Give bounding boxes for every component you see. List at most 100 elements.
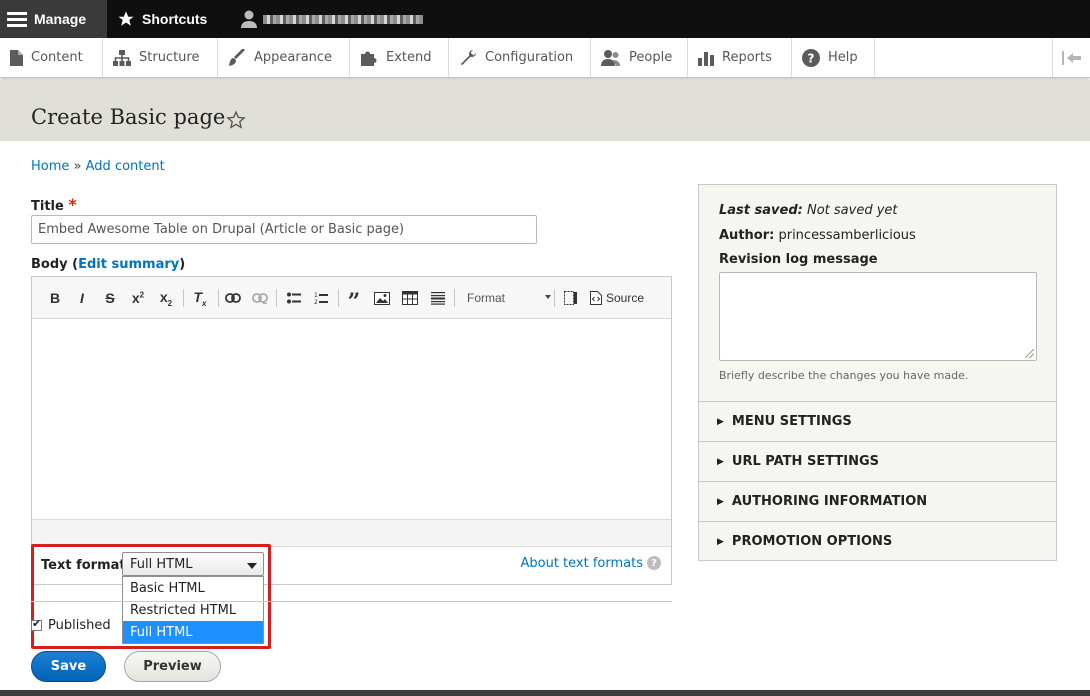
published-checkbox[interactable]: Published	[31, 617, 111, 633]
bold-button[interactable]: B	[46, 288, 64, 308]
checkbox-checked-icon[interactable]	[31, 617, 42, 631]
authoring-information-section[interactable]: ▶ AUTHORING INFORMATION	[699, 481, 1056, 521]
image-button[interactable]	[372, 288, 392, 308]
user-tab[interactable]	[231, 0, 431, 38]
breadcrumb: Home » Add content	[31, 159, 165, 174]
revision-log-label: Revision log message	[719, 252, 878, 267]
breadcrumb-add-content-link[interactable]: Add content	[86, 159, 165, 174]
show-blocks-icon	[564, 291, 577, 305]
menu-settings-section[interactable]: ▶ MENU SETTINGS	[699, 401, 1056, 441]
tray-label-help: Help	[828, 50, 858, 65]
numbered-list-button[interactable]: 12	[311, 288, 331, 308]
tray-label-people: People	[629, 50, 673, 65]
username-blurred	[263, 14, 423, 24]
tray-item-content[interactable]: Content	[0, 38, 103, 77]
tray-label-reports: Reports	[722, 50, 772, 65]
promotion-options-section[interactable]: ▶ PROMOTION OPTIONS	[699, 521, 1056, 561]
menu-settings-label: MENU SETTINGS	[731, 414, 852, 429]
manage-label: Manage	[34, 11, 87, 27]
format-dropdown[interactable]: Format	[459, 288, 551, 308]
tray-label-configuration: Configuration	[485, 50, 574, 65]
save-button[interactable]: Save	[31, 651, 106, 682]
strikethrough-button[interactable]: S	[101, 288, 119, 308]
tray-item-extend[interactable]: Extend	[350, 38, 449, 77]
horizontal-line-icon	[431, 292, 445, 305]
title-label-wrap: Title *	[31, 195, 77, 214]
last-saved-value: Not saved yet	[806, 203, 898, 218]
horizontal-line-button[interactable]	[428, 288, 448, 308]
help-icon: ?	[802, 48, 820, 67]
published-label: Published	[48, 618, 111, 633]
tray-item-help[interactable]: ? Help	[792, 38, 875, 77]
url-path-settings-label: URL PATH SETTINGS	[731, 454, 879, 469]
triangle-right-icon: ▶	[717, 496, 724, 507]
option-basic-html[interactable]: Basic HTML	[123, 577, 263, 599]
title-input[interactable]: Embed Awesome Table on Drupal (Article o…	[31, 215, 537, 244]
puzzle-icon	[361, 51, 377, 66]
subscript-button[interactable]: x2	[156, 288, 176, 308]
tray-label-content: Content	[31, 50, 83, 65]
help-icon[interactable]: ?	[647, 556, 661, 570]
shortcuts-tab[interactable]: Shortcuts	[107, 0, 231, 38]
editor-path-bar	[32, 519, 671, 547]
about-text-formats-link[interactable]: About text formats	[520, 556, 643, 571]
superscript-button[interactable]: x2	[128, 288, 148, 308]
text-format-select[interactable]: Full HTML	[122, 552, 264, 576]
brush-icon	[229, 48, 245, 66]
option-restricted-html[interactable]: Restricted HTML	[123, 599, 263, 621]
source-button[interactable]: Source	[590, 288, 652, 308]
tray-orientation-toggle[interactable]	[1052, 38, 1090, 77]
toolbar-separator	[338, 289, 339, 307]
table-button[interactable]	[400, 288, 420, 308]
tray-item-structure[interactable]: Structure	[103, 38, 218, 77]
show-blocks-button[interactable]	[561, 288, 581, 308]
remove-format-icon: Tx	[193, 288, 207, 308]
tray-item-people[interactable]: People	[591, 38, 688, 77]
svg-text:?: ?	[808, 51, 815, 65]
unlink-button[interactable]	[250, 288, 270, 308]
link-button[interactable]	[223, 288, 243, 308]
triangle-right-icon: ▶	[717, 536, 724, 547]
link-icon	[225, 293, 241, 303]
toolbar-separator	[276, 289, 277, 307]
manage-tab[interactable]: Manage	[0, 0, 107, 38]
breadcrumb-home-link[interactable]: Home	[31, 159, 69, 174]
text-format-options: Basic HTML Restricted HTML Full HTML	[122, 576, 264, 644]
title-label: Title	[31, 199, 64, 214]
text-format-selected: Full HTML	[130, 556, 193, 572]
editor-content-area[interactable]	[32, 319, 671, 519]
preview-button[interactable]: Preview	[124, 651, 221, 682]
tray-item-reports[interactable]: Reports	[688, 38, 792, 77]
edit-summary-link[interactable]: Edit summary	[78, 257, 179, 272]
sitemap-icon	[113, 49, 131, 66]
remove-format-button[interactable]: Tx	[190, 288, 210, 308]
revision-log-hint: Briefly describe the changes you have ma…	[719, 369, 969, 382]
resize-grip-icon[interactable]	[1025, 349, 1034, 358]
last-saved-label: Last saved:	[719, 203, 803, 218]
tray-item-appearance[interactable]: Appearance	[218, 38, 350, 77]
tray-item-configuration[interactable]: Configuration	[449, 38, 591, 77]
bulleted-list-button[interactable]	[284, 288, 304, 308]
numbered-list-icon: 12	[314, 292, 328, 305]
last-saved-line: Last saved: Not saved yet	[719, 203, 898, 218]
svg-text:2: 2	[314, 299, 318, 305]
toolbar-separator	[218, 289, 219, 307]
subscript-icon: x2	[159, 288, 173, 308]
bold-icon: B	[49, 290, 61, 306]
toolbar-separator	[183, 289, 184, 307]
page-title: Create Basic page	[31, 105, 226, 129]
italic-button[interactable]: I	[73, 288, 91, 308]
tray-label-structure: Structure	[139, 50, 200, 65]
user-icon	[241, 10, 257, 28]
url-path-settings-section[interactable]: ▶ URL PATH SETTINGS	[699, 441, 1056, 481]
revision-log-textarea[interactable]	[719, 272, 1037, 361]
triangle-right-icon: ▶	[717, 456, 724, 467]
option-full-html[interactable]: Full HTML	[123, 621, 263, 643]
blockquote-button[interactable]: ”	[344, 288, 364, 315]
body-paren-close: )	[179, 257, 186, 272]
shortcut-star-icon[interactable]	[226, 110, 246, 130]
required-marker: *	[68, 195, 77, 214]
tray-label-appearance: Appearance	[254, 50, 333, 65]
title-input-value: Embed Awesome Table on Drupal (Article o…	[38, 222, 405, 237]
form-divider	[31, 601, 672, 602]
